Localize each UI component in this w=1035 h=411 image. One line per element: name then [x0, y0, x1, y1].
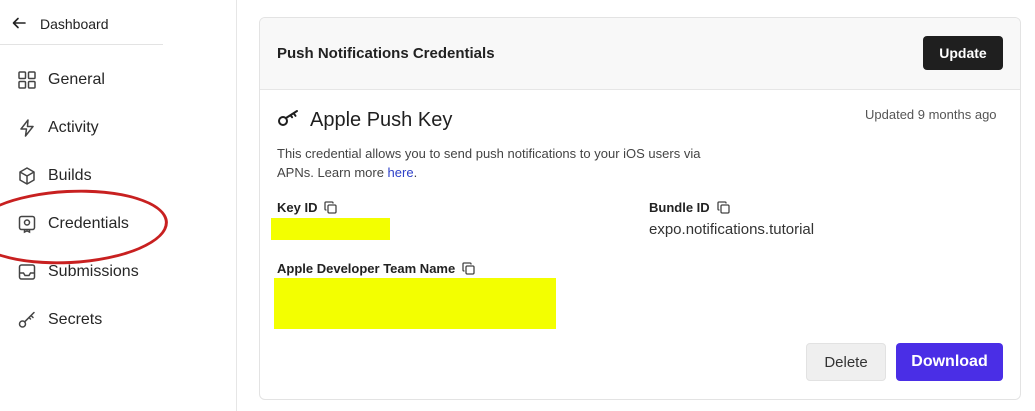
key-title: Apple Push Key [310, 109, 453, 131]
description-end: . [413, 165, 418, 180]
back-to-dashboard-link[interactable]: Dashboard [12, 10, 109, 38]
key-icon [277, 108, 301, 133]
description-text: This credential allows you to send push … [277, 146, 701, 180]
sidebar-item-label: Secrets [48, 311, 103, 328]
sidebar: Dashboard General Activity Builds Creden… [0, 0, 237, 411]
sidebar-item-label: Activity [48, 119, 99, 136]
bundle-id-value: expo.notifications.tutorial [649, 221, 815, 238]
key-id-redacted-value [271, 218, 390, 240]
learn-more-link[interactable]: here [388, 165, 414, 180]
sidebar-item-credentials[interactable]: Credentials [0, 200, 236, 248]
card-title: Push Notifications Credentials [277, 45, 495, 62]
sidebar-nav: General Activity Builds Credentials Subm… [0, 56, 236, 344]
sidebar-item-secrets[interactable]: Secrets [0, 296, 236, 344]
push-credentials-card: Push Notifications Credentials Update Ap… [259, 17, 1021, 400]
arrow-left-icon [12, 16, 26, 33]
card-header: Push Notifications Credentials Update [260, 18, 1020, 90]
submissions-icon [17, 262, 37, 282]
delete-button[interactable]: Delete [806, 343, 886, 381]
sidebar-item-label: Builds [48, 167, 92, 184]
back-label: Dashboard [40, 16, 109, 32]
sidebar-item-activity[interactable]: Activity [0, 104, 236, 152]
download-button[interactable]: Download [896, 343, 1003, 381]
update-button[interactable]: Update [923, 36, 1003, 70]
key-icon [17, 310, 37, 330]
updated-timestamp: Updated 9 months ago [865, 107, 997, 122]
credential-badge-icon [17, 214, 37, 234]
sidebar-item-label: General [48, 71, 105, 88]
copy-icon[interactable] [324, 201, 338, 214]
sidebar-item-submissions[interactable]: Submissions [0, 248, 236, 296]
team-name-label-text: Apple Developer Team Name [277, 261, 456, 276]
copy-icon[interactable] [462, 262, 475, 275]
key-heading: Apple Push Key [277, 108, 452, 133]
bundle-id-label-text: Bundle ID [649, 200, 710, 215]
sidebar-item-builds[interactable]: Builds [0, 152, 236, 200]
bundle-id-label: Bundle ID [649, 200, 730, 215]
grid-icon [17, 70, 37, 90]
sidebar-item-general[interactable]: General [0, 56, 236, 104]
credential-description: This credential allows you to send push … [277, 144, 737, 182]
sidebar-divider [0, 44, 163, 45]
cube-icon [17, 166, 37, 186]
sidebar-item-label: Submissions [48, 263, 139, 280]
key-id-label: Key ID [277, 200, 338, 215]
lightning-icon [17, 118, 37, 138]
team-name-redacted-value [274, 278, 556, 329]
key-id-label-text: Key ID [277, 200, 318, 215]
copy-icon[interactable] [717, 201, 730, 214]
team-name-label: Apple Developer Team Name [277, 261, 475, 276]
sidebar-item-label: Credentials [48, 215, 129, 232]
